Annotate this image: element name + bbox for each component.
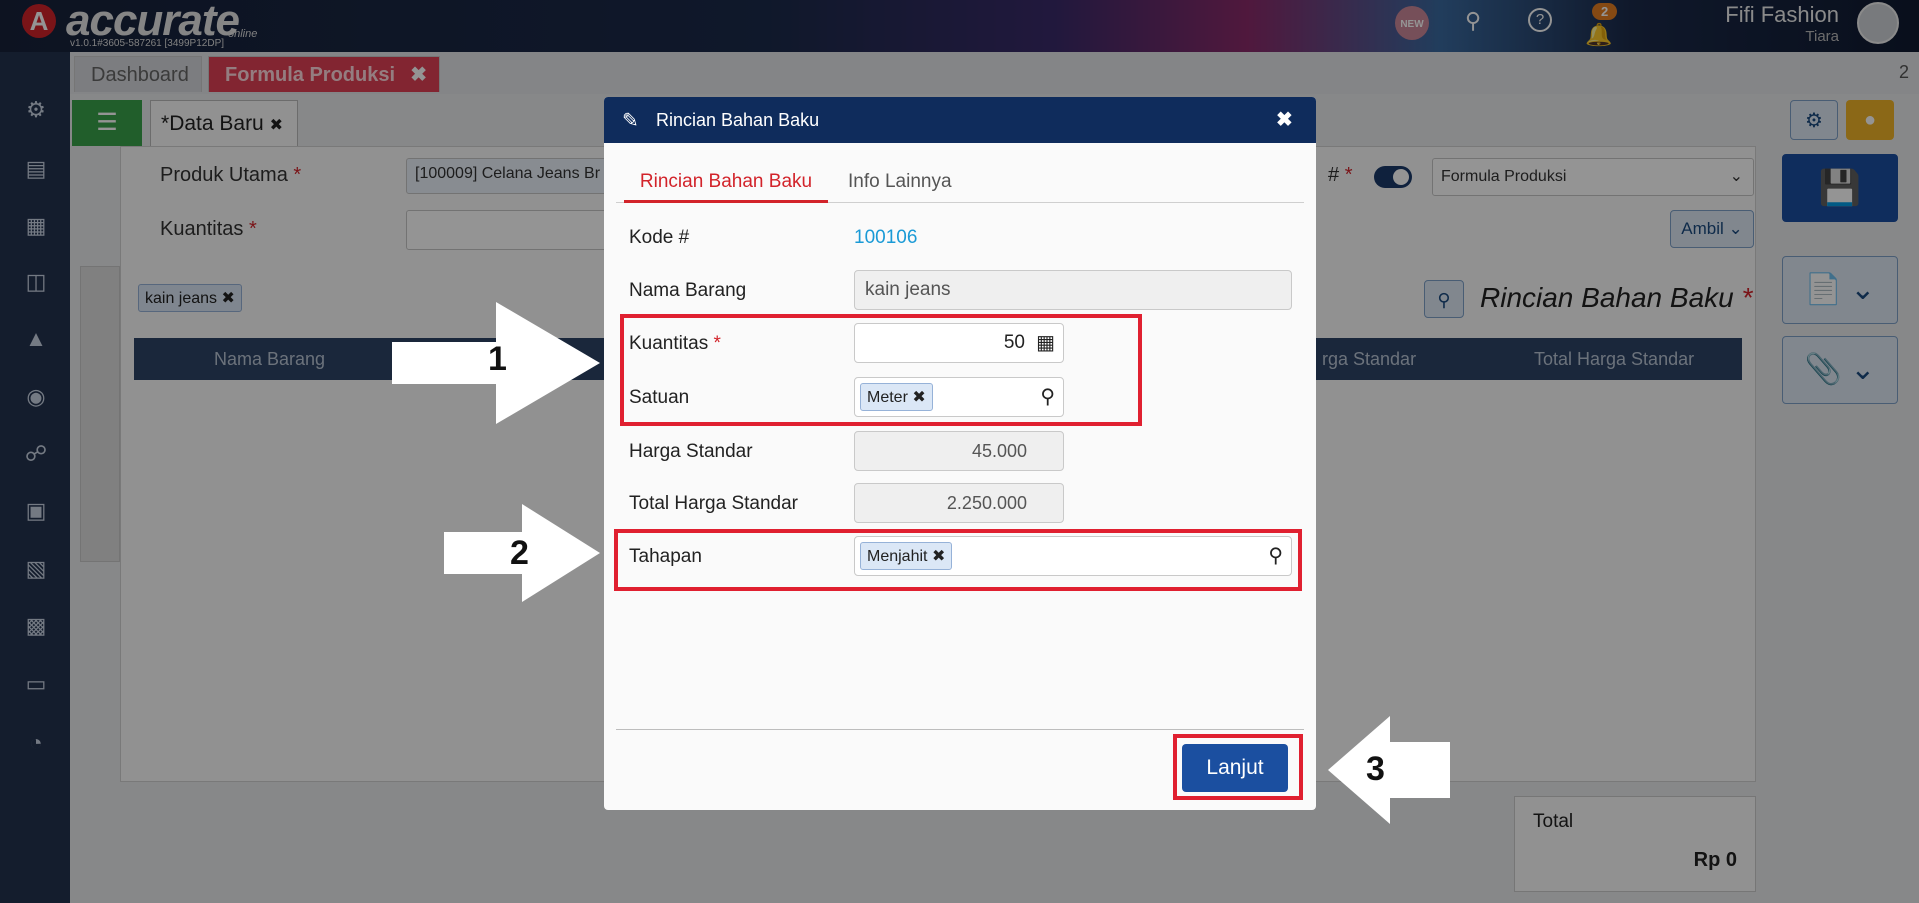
annotation-label-1: 1 [488, 340, 507, 378]
annotation-label-2: 2 [510, 534, 529, 572]
total-harga-label: Total Harga Standar [629, 493, 798, 514]
nama-barang-label: Nama Barang [629, 280, 747, 301]
highlight-box-2 [614, 529, 1302, 591]
kode-label: Kode # [629, 227, 690, 248]
modal-title: Rincian Bahan Baku [656, 110, 820, 130]
harga-standar-value: 45.000 [971, 441, 1027, 461]
total-harga-field: 2.250.000 [854, 483, 1064, 523]
rincian-modal: Rincian Bahan Baku ✎ ✖ Rincian Bahan Bak… [604, 97, 1316, 810]
close-icon[interactable]: ✖ [1276, 107, 1293, 132]
modal-header: Rincian Bahan Baku [604, 97, 1316, 143]
nama-barang-field: kain jeans [854, 270, 1292, 310]
arrow-3-icon [1328, 716, 1450, 824]
harga-standar-field: 45.000 [854, 431, 1064, 471]
annotation-label-3: 3 [1366, 750, 1385, 788]
kode-value[interactable]: 100106 [854, 227, 917, 249]
harga-standar-label: Harga Standar [629, 441, 753, 462]
footer-divider [616, 729, 1304, 730]
total-harga-value: 2.250.000 [946, 493, 1027, 513]
highlight-box-1 [620, 314, 1142, 426]
tab-rincian[interactable]: Rincian Bahan Baku [624, 167, 828, 203]
highlight-box-3 [1173, 734, 1303, 800]
pencil-icon: ✎ [622, 110, 639, 132]
tab-info-lainnya[interactable]: Info Lainnya [848, 167, 952, 197]
